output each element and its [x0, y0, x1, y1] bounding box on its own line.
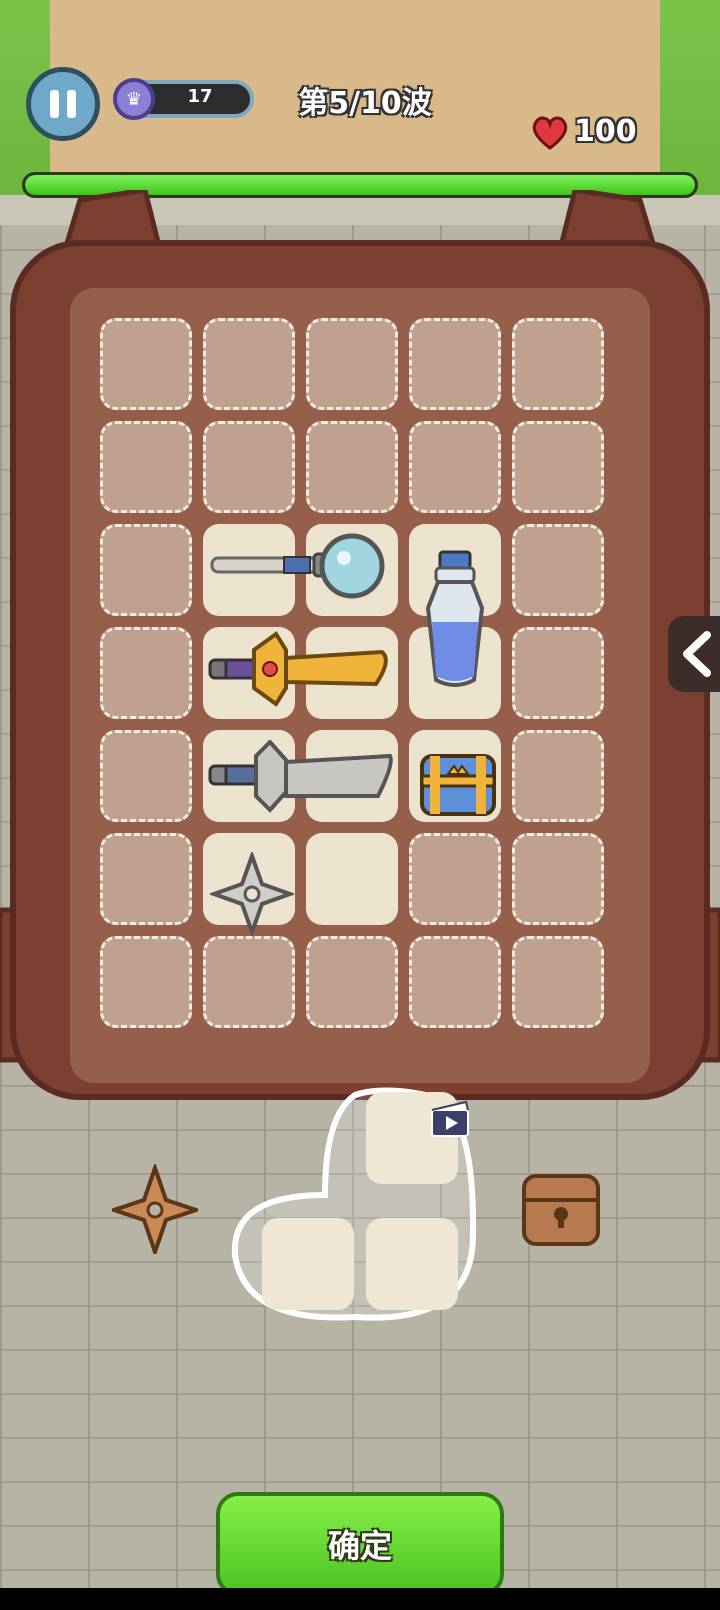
- confirm-button[interactable]: 确定: [216, 1492, 504, 1596]
- backpack-slot-empty[interactable]: [409, 936, 501, 1028]
- backpack-slot-empty[interactable]: [100, 318, 192, 410]
- backpack-slot-empty[interactable]: [512, 936, 604, 1028]
- crown-value: 17: [187, 86, 213, 107]
- backpack-slot-empty[interactable]: [100, 833, 192, 925]
- backpack-slot-empty[interactable]: [306, 318, 398, 410]
- backpack-slot-empty[interactable]: [306, 936, 398, 1028]
- bronze-shuriken-icon[interactable]: [112, 1164, 198, 1254]
- backpack-slot-empty[interactable]: [512, 318, 604, 410]
- backpack-slot-empty[interactable]: [100, 524, 192, 616]
- bottom-bar: [0, 1588, 720, 1610]
- chevron-left-icon: [683, 631, 711, 677]
- backpack-slot-empty[interactable]: [512, 627, 604, 719]
- backpack-slot-empty[interactable]: [100, 627, 192, 719]
- game-screen: ♛ 17 第5/10波 100 确定: [0, 0, 720, 1610]
- tray-cell[interactable]: [366, 1218, 458, 1310]
- backpack-slot-empty[interactable]: [512, 524, 604, 616]
- video-ad-icon[interactable]: [430, 1100, 472, 1138]
- silver-shuriken-icon[interactable]: [210, 852, 294, 936]
- backpack-slot-empty[interactable]: [306, 421, 398, 513]
- wave-label: 第5/10波: [298, 86, 432, 121]
- heart-icon: [532, 116, 568, 150]
- pause-icon: [50, 90, 59, 118]
- backpack-slot-empty[interactable]: [409, 421, 501, 513]
- backpack-slot-empty[interactable]: [100, 730, 192, 822]
- backpack-slot-empty[interactable]: [203, 936, 295, 1028]
- hp-value: 100: [574, 114, 637, 149]
- golden-sword-icon[interactable]: [206, 630, 396, 710]
- blue-potion-icon[interactable]: [420, 548, 490, 693]
- pause-button[interactable]: [26, 67, 100, 141]
- backpack-slot-empty[interactable]: [512, 833, 604, 925]
- backpack-slot-empty[interactable]: [409, 833, 501, 925]
- silver-sword-icon[interactable]: [206, 740, 396, 820]
- tray-cell[interactable]: [262, 1218, 354, 1310]
- backpack-slot-empty[interactable]: [512, 730, 604, 822]
- crown-icon: ♛: [113, 78, 155, 120]
- backpack-slot-empty[interactable]: [100, 421, 192, 513]
- magnifier-wand-icon[interactable]: [206, 530, 396, 610]
- backpack-slot-filled[interactable]: [306, 833, 398, 925]
- backpack-slot-empty[interactable]: [203, 421, 295, 513]
- locked-chest-icon[interactable]: [520, 1170, 602, 1250]
- blue-treasure-chest-icon[interactable]: [418, 750, 498, 820]
- backpack-slot-empty[interactable]: [100, 936, 192, 1028]
- backpack-slot-empty[interactable]: [203, 318, 295, 410]
- expand-panel-button[interactable]: [668, 616, 720, 692]
- backpack-slot-empty[interactable]: [512, 421, 604, 513]
- backpack-slot-empty[interactable]: [409, 318, 501, 410]
